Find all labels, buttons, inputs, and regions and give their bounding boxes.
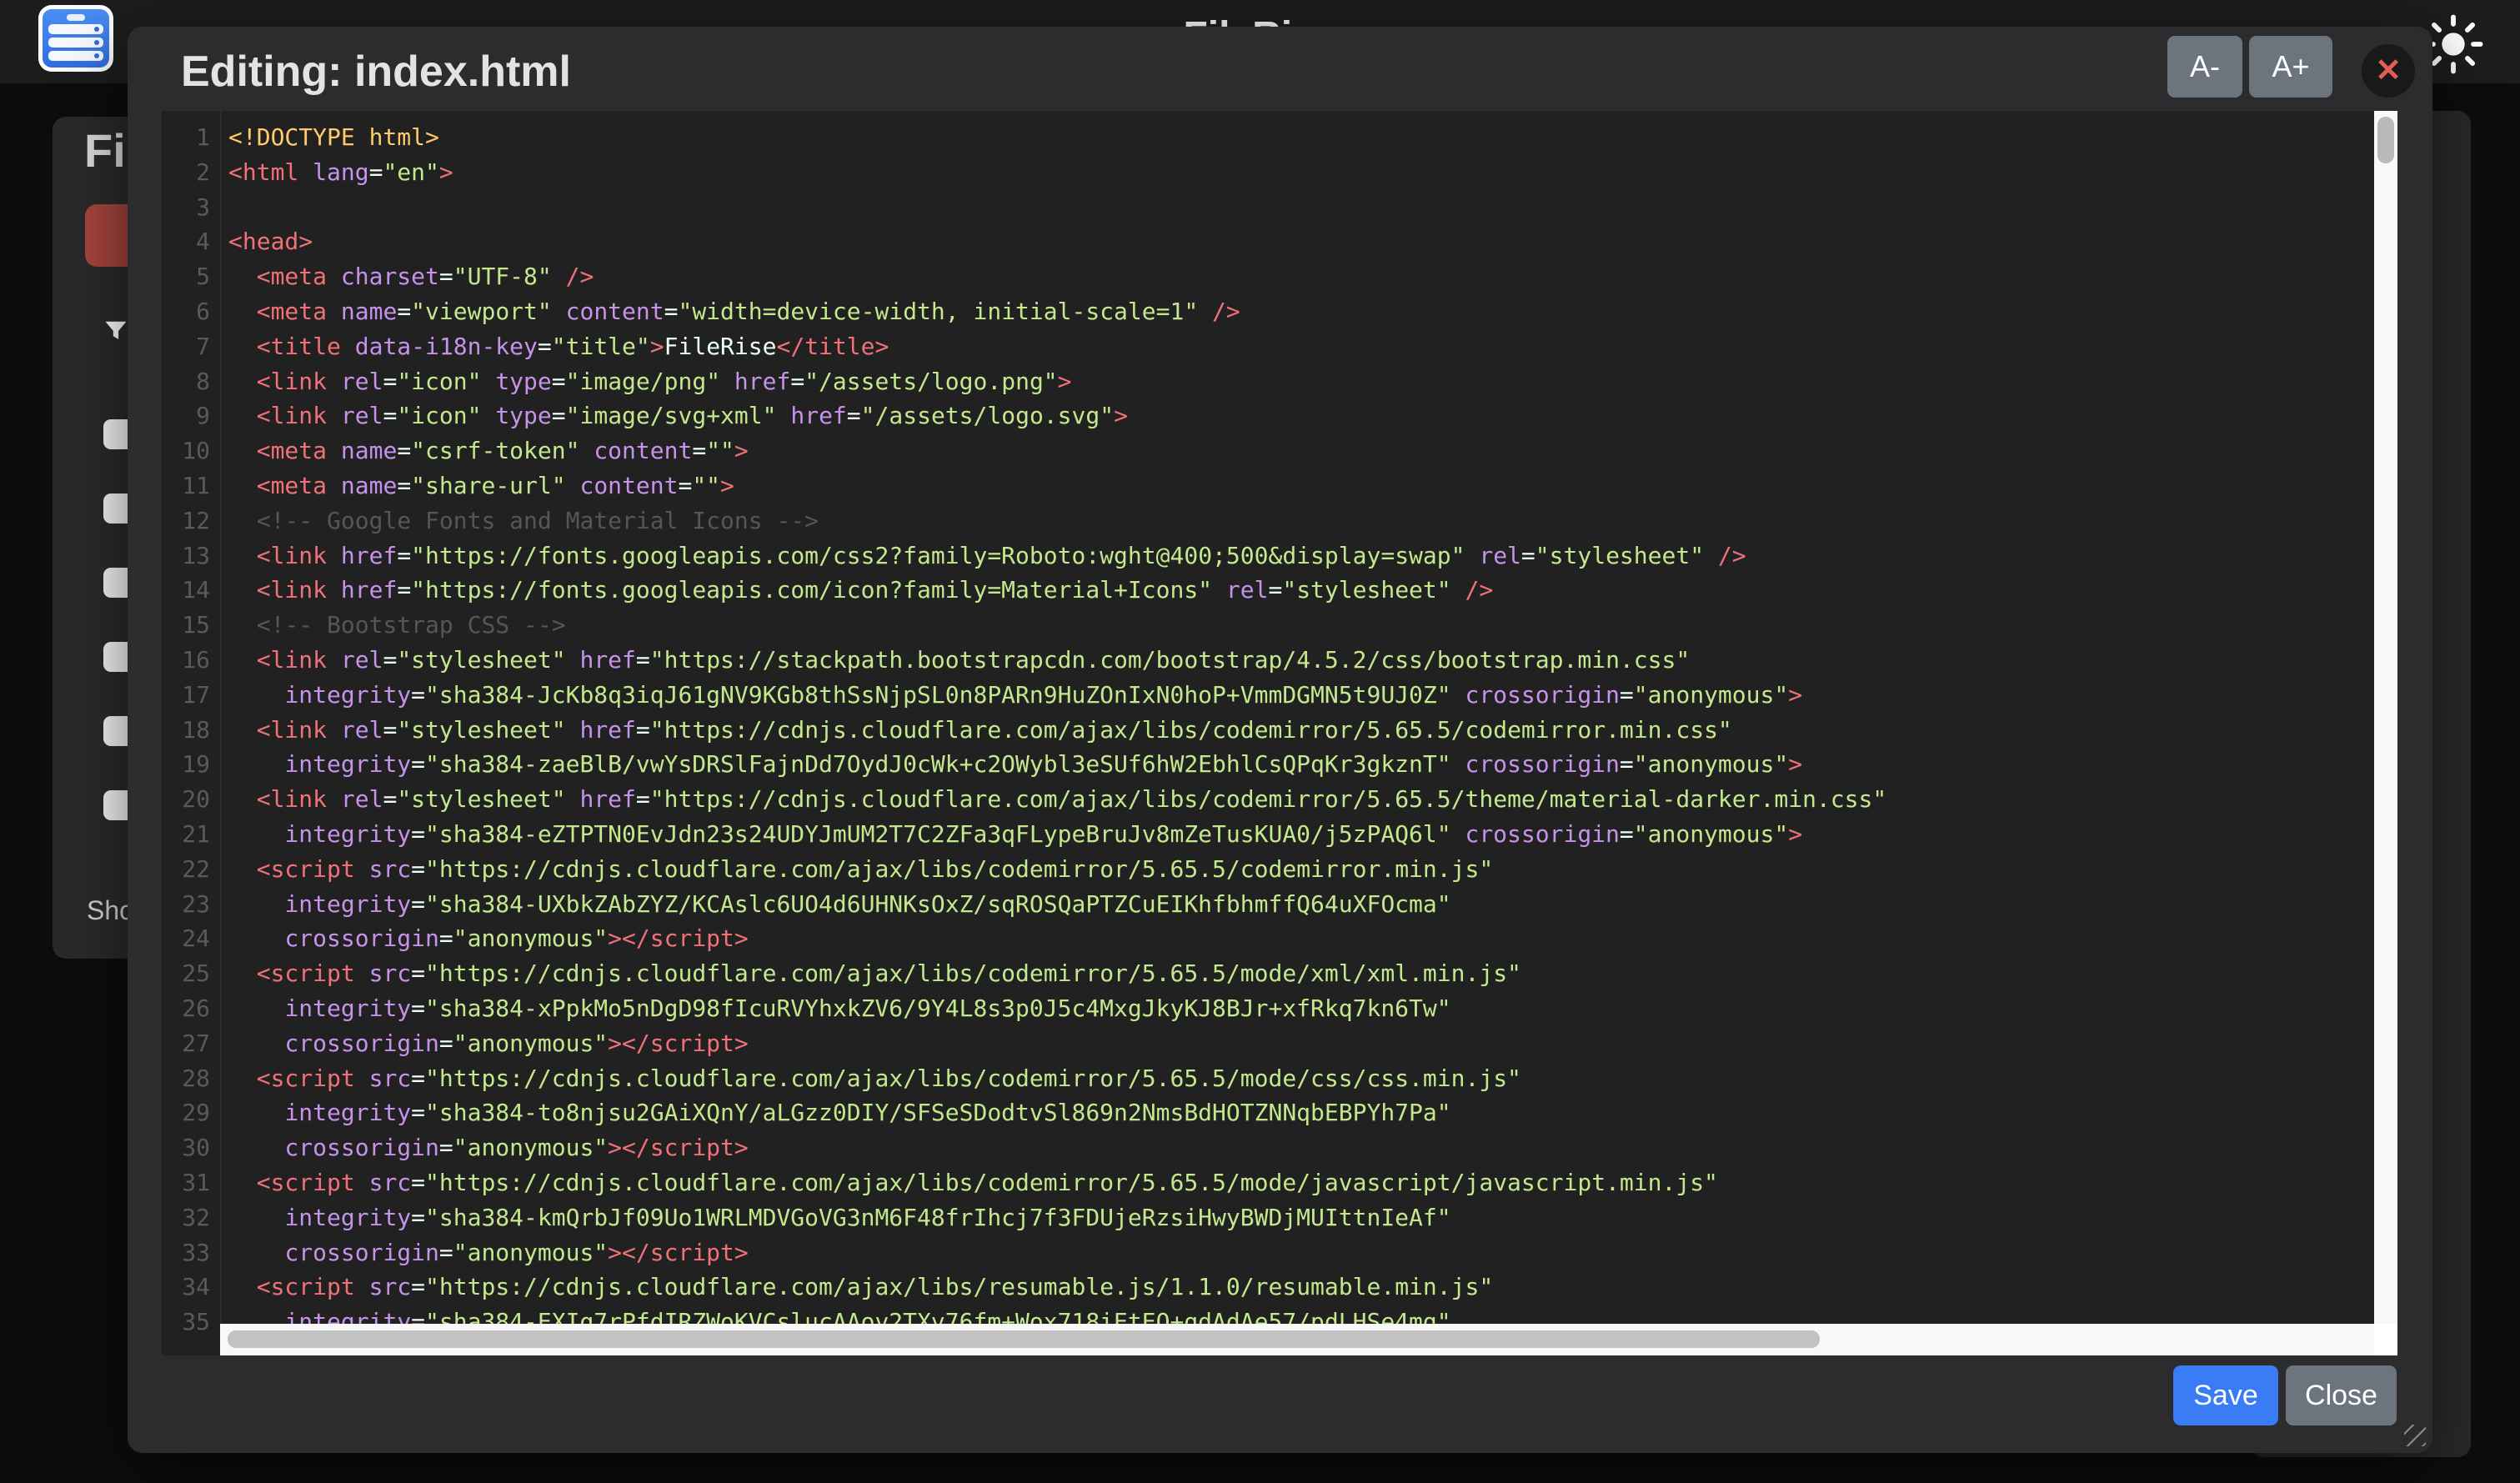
line-number: 30 [162,1130,220,1165]
line-number: 7 [162,329,220,364]
code-line[interactable]: integrity="sha384-to8njsu2GAiXQnY/aLGzz0… [228,1095,2374,1130]
code-line[interactable]: <link rel="icon" type="image/svg+xml" hr… [228,398,2374,433]
code-line[interactable]: <!DOCTYPE html> [228,120,2374,155]
code-line[interactable]: <script src="https://cdnjs.cloudflare.co… [228,1270,2374,1305]
line-number: 26 [162,991,220,1026]
code-line[interactable]: crossorigin="anonymous"></script> [228,921,2374,956]
vertical-scrollbar[interactable] [2374,111,2397,1355]
sidebar-heading: Fi [84,123,126,178]
code-line[interactable]: <link rel="stylesheet" href="https://cdn… [228,782,2374,817]
line-number: 32 [162,1200,220,1235]
code-line[interactable]: <!-- Bootstrap CSS --> [228,608,2374,643]
line-number: 20 [162,782,220,817]
code-line[interactable]: integrity="sha384-eZTPTN0EvJdn23s24UDYJm… [228,817,2374,852]
save-button[interactable]: Save [2173,1365,2278,1425]
line-number: 19 [162,747,220,782]
line-number: 21 [162,817,220,852]
code-line[interactable]: <script src="https://cdnjs.cloudflare.co… [228,1061,2374,1096]
line-number: 22 [162,852,220,887]
code-line[interactable]: integrity="sha384-xPpkMo5nDgD98fIcuRVYhx… [228,991,2374,1026]
code-line[interactable]: <link href="https://fonts.googleapis.com… [228,573,2374,608]
font-increase-button[interactable]: A+ [2249,36,2332,98]
server-stack-icon [43,9,109,68]
vertical-scrollbar-thumb[interactable] [2377,117,2394,163]
code-line[interactable]: integrity="sha384-kmQrbJf09Uo1WRLMDVGoVG… [228,1200,2374,1235]
line-number: 8 [162,364,220,399]
code-line[interactable]: <title data-i18n-key="title">FileRise</t… [228,329,2374,364]
line-number: 23 [162,887,220,922]
code-line[interactable]: <meta name="share-url" content=""> [228,468,2374,504]
line-number: 11 [162,468,220,504]
line-number: 2 [162,155,220,190]
code-line[interactable]: integrity="sha384-UXbkZAbZYZ/KCAslc6UO4d… [228,887,2374,922]
code-line[interactable]: crossorigin="anonymous"></script> [228,1130,2374,1165]
line-number: 10 [162,433,220,468]
line-number: 5 [162,259,220,294]
line-number: 34 [162,1270,220,1305]
horizontal-scrollbar[interactable] [220,1324,2374,1355]
code-line[interactable]: integrity="sha384-JcKb8q3iqJ61gNV9KGb8th… [228,678,2374,713]
line-number: 25 [162,956,220,991]
code-line[interactable] [228,190,2374,225]
code-line[interactable]: <link rel="icon" type="image/png" href="… [228,364,2374,399]
font-decrease-button[interactable]: A- [2167,36,2242,98]
code-line[interactable]: <head> [228,224,2374,259]
filerise-logo[interactable] [38,5,113,72]
horizontal-scrollbar-thumb[interactable] [228,1330,1820,1348]
line-number: 29 [162,1095,220,1130]
line-number: 27 [162,1026,220,1061]
line-number: 14 [162,573,220,608]
code-line[interactable]: crossorigin="anonymous"></script> [228,1235,2374,1270]
code-line[interactable]: <script src="https://cdnjs.cloudflare.co… [228,956,2374,991]
gutter-divider [220,111,221,1355]
code-line[interactable]: <meta charset="UTF-8" /> [228,259,2374,294]
line-number: 31 [162,1165,220,1200]
line-number: 9 [162,398,220,433]
line-number: 4 [162,224,220,259]
code-line[interactable]: <meta name="csrf-token" content=""> [228,433,2374,468]
code-line[interactable]: <link href="https://fonts.googleapis.com… [228,539,2374,574]
code-area[interactable]: <!DOCTYPE html><html lang="en"> <head> <m… [228,120,2374,1340]
code-line[interactable]: <meta name="viewport" content="width=dev… [228,294,2374,329]
code-line[interactable]: <script src="https://cdnjs.cloudflare.co… [228,852,2374,887]
code-line[interactable]: <link rel="stylesheet" href="https://cdn… [228,713,2374,748]
code-editor[interactable]: 1234567891011121314151617181920212223242… [162,111,2397,1355]
code-line[interactable]: <!-- Google Fonts and Material Icons --> [228,504,2374,539]
modal-title: Editing: index.html [181,47,571,97]
line-number: 12 [162,504,220,539]
code-line[interactable]: <link rel="stylesheet" href="https://sta… [228,643,2374,678]
line-number: 18 [162,713,220,748]
line-number: 24 [162,921,220,956]
line-number: 17 [162,678,220,713]
code-line[interactable]: <script src="https://cdnjs.cloudflare.co… [228,1165,2374,1200]
close-button[interactable]: Close [2286,1365,2397,1425]
line-number: 15 [162,608,220,643]
line-number: 16 [162,643,220,678]
funnel-icon[interactable] [103,315,128,347]
code-line[interactable]: integrity="sha384-zaeBlB/vwYsDRSlFajnDd7… [228,747,2374,782]
editor-modal: Editing: index.html A- A+ ✕ 123456789101… [128,27,2432,1453]
line-number: 1 [162,120,220,155]
line-number: 28 [162,1061,220,1096]
scrollbar-corner [2374,1324,2397,1355]
line-number-gutter: 1234567891011121314151617181920212223242… [162,120,220,1340]
line-number: 13 [162,539,220,574]
code-line[interactable]: <html lang="en"> [228,155,2374,190]
line-number: 6 [162,294,220,329]
line-number: 35 [162,1305,220,1340]
code-line[interactable]: crossorigin="anonymous"></script> [228,1026,2374,1061]
line-number: 3 [162,190,220,225]
resize-handle[interactable] [2404,1425,2426,1446]
line-number: 33 [162,1235,220,1270]
close-icon[interactable]: ✕ [2362,44,2415,98]
